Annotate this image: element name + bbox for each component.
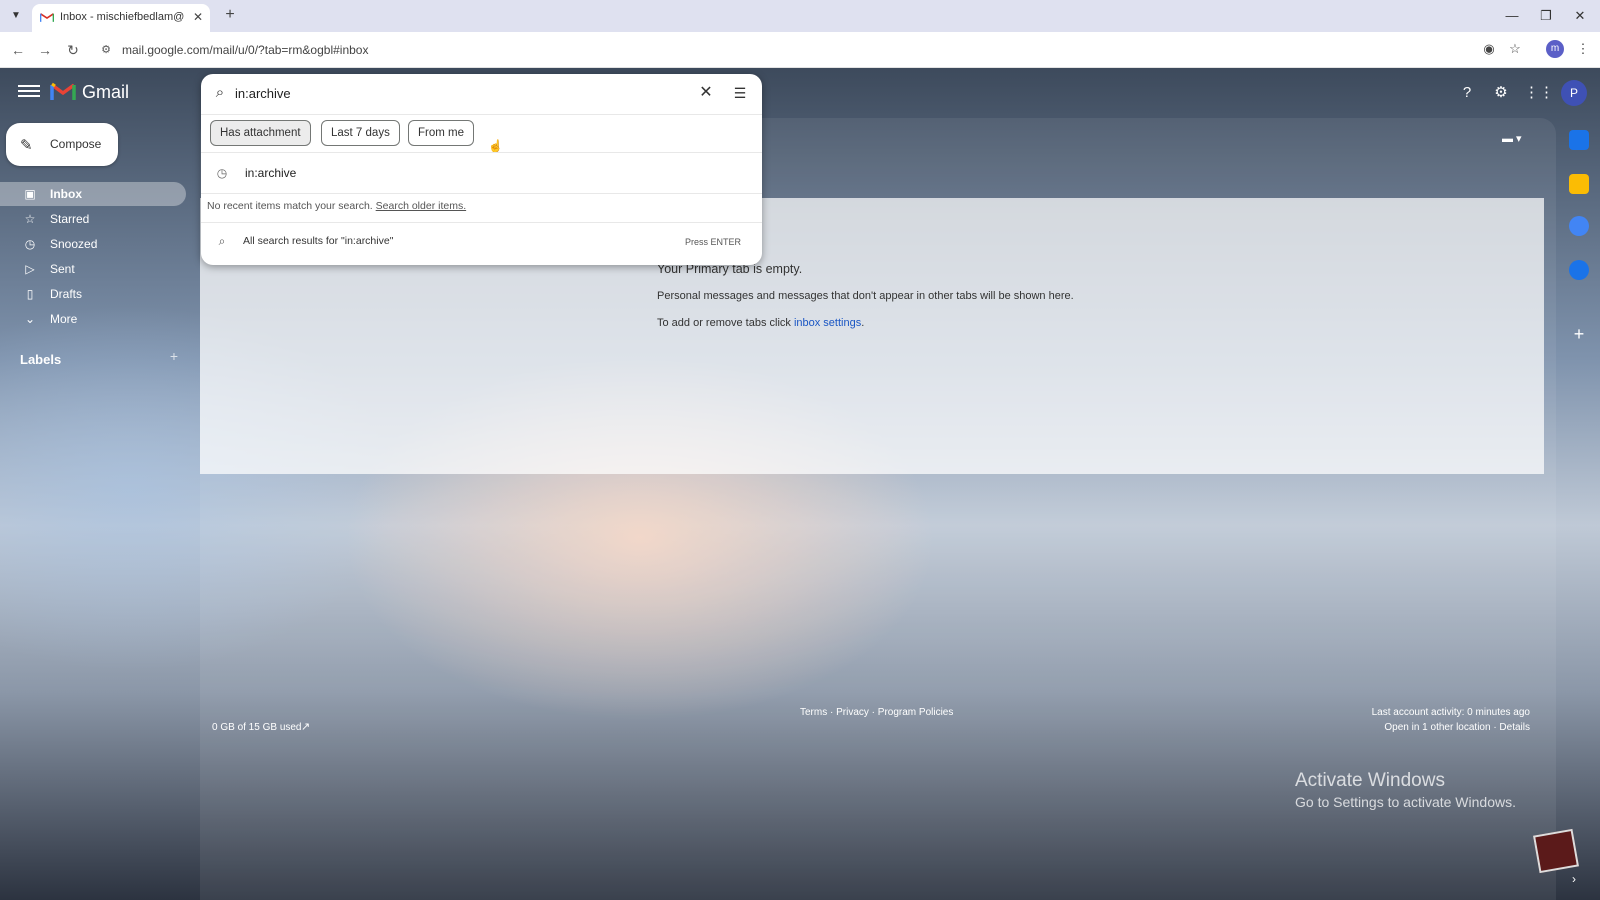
chip-from-me[interactable]: From me <box>408 120 474 146</box>
history-clock-icon: ◷ <box>216 166 228 180</box>
contacts-addon-icon[interactable] <box>1569 260 1589 280</box>
sidebar-item-starred[interactable]: ☆ Starred <box>0 207 186 231</box>
draft-icon: ▯ <box>26 287 34 301</box>
forward-icon[interactable]: → <box>35 40 55 60</box>
add-label-icon[interactable]: + <box>166 348 182 364</box>
pencil-icon: ✎ <box>20 137 33 154</box>
tab-title: Inbox - mischiefbedlam@gmail <box>60 11 184 23</box>
no-match-message: No recent items match your search. Searc… <box>207 200 466 212</box>
footer-links[interactable]: Terms · Privacy · Program Policies <box>800 707 953 718</box>
calendar-addon-icon[interactable] <box>1569 130 1589 150</box>
send-icon: ▷ <box>25 262 35 276</box>
window-close-icon[interactable]: ✕ <box>1570 6 1590 26</box>
empty-state-tabs-text: To add or remove tabs click inbox settin… <box>657 317 864 329</box>
gmail-favicon-icon <box>40 13 54 22</box>
tabs-suffix: . <box>861 317 865 329</box>
history-suggestion[interactable]: in:archive <box>245 166 296 180</box>
browser-profile-avatar[interactable]: m <box>1546 40 1564 58</box>
clock-icon: ◷ <box>24 237 36 251</box>
browser-tab-bar: ▼ Inbox - mischiefbedlam@gmail ✕ + — ❐ ✕ <box>0 0 1600 32</box>
eye-icon[interactable]: ◉ <box>1480 40 1498 58</box>
site-info-icon[interactable]: ⚙ <box>98 42 114 58</box>
inbox-icon: ▣ <box>24 187 36 201</box>
url-text[interactable]: mail.google.com/mail/u/0/?tab=rm&ogbl#in… <box>122 43 368 57</box>
browser-menu-icon[interactable]: ⋮ <box>1574 40 1592 58</box>
side-panel-chevron-icon[interactable]: › <box>1572 872 1588 888</box>
last-account-activity: Last account activity: 0 minutes ago <box>1371 707 1530 718</box>
divider <box>201 114 762 115</box>
browser-toolbar: ← → ↻ ⚙ mail.google.com/mail/u/0/?tab=rm… <box>0 32 1600 68</box>
search-icon: ⌕ <box>218 234 226 248</box>
gear-icon[interactable]: ⚙ <box>1490 82 1512 104</box>
account-avatar[interactable]: P <box>1561 80 1587 106</box>
back-icon[interactable]: ← <box>8 40 28 60</box>
search-dropdown: ⌕ ✕ ☰ Has attachment Last 7 days From me… <box>201 74 762 265</box>
sidebar-item-snoozed[interactable]: ◷ Snoozed <box>0 232 186 256</box>
divider <box>201 222 762 223</box>
press-enter-hint: Press ENTER <box>685 237 742 247</box>
divider <box>201 152 762 153</box>
compose-button[interactable]: ✎ Compose <box>6 123 118 166</box>
chip-has-attachment[interactable]: Has attachment <box>210 120 311 146</box>
divider <box>201 193 762 194</box>
sidebar-item-label: Starred <box>50 212 90 226</box>
sidebar-item-label: Drafts <box>50 287 83 301</box>
browser-tab-inbox[interactable]: Inbox - mischiefbedlam@gmail ✕ <box>32 4 210 32</box>
tab-close-icon[interactable]: ✕ <box>190 9 206 25</box>
gmail-logo-text: Gmail <box>82 82 130 102</box>
bookmark-star-icon[interactable]: ☆ <box>1506 40 1524 58</box>
tab-list-chevron-icon[interactable]: ▼ <box>6 6 26 26</box>
reload-icon[interactable]: ↻ <box>63 40 83 60</box>
compose-label: Compose <box>50 137 102 151</box>
clear-search-icon[interactable]: ✕ <box>696 83 716 103</box>
other-location-details[interactable]: Open in 1 other location · Details <box>1300 722 1530 733</box>
storage-usage: 0 GB of 15 GB used <box>212 722 302 733</box>
search-older-link[interactable]: Search older items. <box>376 200 466 212</box>
search-icon[interactable]: ⌕ <box>211 84 229 102</box>
gmail-logo-icon <box>50 82 76 100</box>
star-icon: ☆ <box>24 212 36 226</box>
sidebar-item-drafts[interactable]: ▯ Drafts <box>0 282 186 306</box>
keep-addon-icon[interactable] <box>1569 174 1589 194</box>
main-menu-icon[interactable] <box>18 82 40 102</box>
no-match-text: No recent items match your search. <box>207 200 373 212</box>
get-addons-icon[interactable]: + <box>1569 324 1589 344</box>
mouse-cursor-icon: ☝ <box>488 139 503 153</box>
sidebar-item-label: Sent <box>50 262 75 276</box>
new-tab-icon[interactable]: + <box>220 5 240 25</box>
chip-last-7-days[interactable]: Last 7 days <box>321 120 400 146</box>
minimize-icon[interactable]: — <box>1502 6 1522 26</box>
restore-icon[interactable]: ❐ <box>1536 6 1556 26</box>
keyboard-icon[interactable]: ▬ ▾ <box>1502 132 1530 148</box>
sidebar-item-inbox[interactable]: ▣ Inbox <box>0 182 186 206</box>
address-bar[interactable]: ⚙ mail.google.com/mail/u/0/?tab=rm&ogbl#… <box>90 37 1530 63</box>
tabs-prefix: To add or remove tabs click <box>657 317 791 329</box>
sidebar-item-label: Snoozed <box>50 237 98 251</box>
sidebar-item-label: More <box>50 312 78 326</box>
chevron-down-icon: ⌄ <box>24 312 36 326</box>
video-thumbnail <box>1533 828 1579 874</box>
activate-windows-subtitle: Go to Settings to activate Windows. <box>1295 794 1516 810</box>
sidebar-item-sent[interactable]: ▷ Sent <box>0 257 186 281</box>
sidebar-item-more[interactable]: ⌄ More <box>0 307 186 331</box>
help-icon[interactable]: ? <box>1456 82 1478 104</box>
all-search-results-item[interactable]: All search results for "in:archive" <box>243 235 393 247</box>
labels-heading: Labels <box>20 352 62 367</box>
empty-state-description: Personal messages and messages that don'… <box>657 290 1074 302</box>
inbox-settings-link[interactable]: inbox settings <box>794 317 861 329</box>
external-link-icon[interactable]: ↗ <box>301 720 315 734</box>
search-input[interactable] <box>235 82 665 104</box>
activate-windows-title: Activate Windows <box>1295 770 1445 791</box>
search-options-icon[interactable]: ☰ <box>730 83 750 103</box>
tasks-addon-icon[interactable] <box>1569 216 1589 236</box>
apps-grid-icon[interactable]: ⋮⋮ <box>1524 82 1554 104</box>
sidebar-item-label: Inbox <box>50 187 82 201</box>
